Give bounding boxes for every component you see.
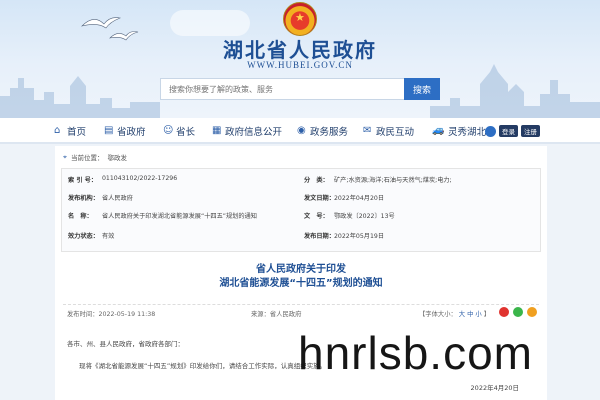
qzone-share-icon[interactable] [527,307,537,317]
nav-item-lingxiu-hubei[interactable]: 🚙 灵秀湖北 [432,124,487,139]
login-link[interactable]: 登录 [499,125,518,137]
location-pin-icon: ⌖ [63,152,67,161]
document-title-line2: 湖北省能源发展“十四五”规划的通知 [219,278,383,289]
sign-date: 2022年4月20日 [470,384,519,392]
meta-name-label: 名 称： [68,213,93,220]
body-paragraph: 现将《湖北省能源发展“十四五”规划》印发给你们，请结合工作实际，认真组织实施。 [79,362,327,370]
nav-label: 省政府 [117,127,146,138]
document-meta-table: 索 引 号： 011043102/2022-17296 分 类： 矿产;水资源;… [61,168,541,252]
nav-label: 政府信息公开 [225,127,283,138]
meta-date-value: 2022年04月20日 [334,195,385,202]
user-avatar-icon [485,125,496,137]
header-banner: ★ 湖北省人民政府 WWW.HUBEI.GOV.CN 搜索 [0,0,600,118]
weibo-share-icon[interactable] [499,307,509,317]
nav-item-home[interactable]: ⌂ 首页 [54,124,87,139]
meta-index-value: 011043102/2022-17296 [102,175,178,182]
login-area: 登录 注册 [485,125,540,137]
document-source: 来源：省人民政府 [251,311,302,318]
home-icon: ⌂ [54,125,61,136]
cloud-decoration [170,10,250,36]
nav-item-province-gov[interactable]: ▤ 省政府 [104,124,146,139]
national-emblem-icon: ★ [283,2,317,36]
site-url: WWW.HUBEI.GOV.CN [247,60,353,70]
font-size-medium[interactable]: 中 [467,311,473,318]
nav-item-interaction[interactable]: ✉ 政民互动 [363,124,415,139]
font-size-control: 【字体大小： 大 中 小 】 [419,309,490,318]
building-icon: ▤ [104,125,114,136]
meta-pubdate-value: 2022年05月19日 [334,233,385,240]
meta-date-label: 发文日期： [304,195,335,202]
search-button[interactable]: 搜索 [404,78,440,100]
document-info-bar: 发布时间：2022-05-19 11:38 来源：省人民政府 【字体大小： 大 … [63,304,539,318]
nav-label: 省长 [176,127,196,138]
font-size-label: 【字体大小： [419,311,457,318]
nav-item-governor[interactable]: ☺ 省长 [163,124,196,139]
publish-time: 发布时间：2022-05-19 11:38 [67,311,156,318]
meta-status-label: 效力状态： [68,233,99,240]
breadcrumb: ⌖ 当前位置： 鄂政发 [63,152,127,163]
document-icon: ▦ [212,125,222,136]
main-nav: ⌂ 首页 ▤ 省政府 ☺ 省长 ▦ 政府信息公开 ◉ 政务服务 ✉ 政民互动 🚙… [0,118,600,144]
breadcrumb-prefix: 当前位置： [70,154,104,162]
service-icon: ◉ [297,125,306,136]
document-title-line1: 省人民政府关于印发 [256,264,346,275]
meta-issuer-value: 省人民政府 [102,195,133,202]
meta-docno-value: 鄂政发〔2022〕13号 [334,213,395,220]
meta-index-label: 索 引 号： [68,177,98,184]
meta-docno-label: 文 号： [304,213,329,220]
register-link[interactable]: 注册 [521,125,540,137]
nav-label: 首页 [67,127,87,138]
car-icon: 🚙 [432,125,445,136]
search-bar: 搜索 [160,78,440,100]
meta-name-value: 省人民政府关于印发湖北省能源发展“十四五”规划的通知 [102,213,257,220]
font-size-large[interactable]: 大 [459,311,465,318]
search-input[interactable] [160,78,404,100]
nav-item-info-disclosure[interactable]: ▦ 政府信息公开 [212,124,283,139]
nav-label: 政务服务 [310,127,349,138]
chat-icon: ✉ [363,125,372,136]
person-icon: ☺ [163,125,174,136]
breadcrumb-current[interactable]: 鄂政发 [107,152,127,162]
meta-category-label: 分 类： [304,177,329,184]
font-size-close: 】 [483,311,491,318]
watermark-text: hnrlsb.com [298,327,533,379]
nav-item-gov-service[interactable]: ◉ 政务服务 [297,124,349,139]
nav-label: 政民互动 [376,127,415,138]
font-size-small[interactable]: 小 [475,311,481,318]
nav-label: 灵秀湖北 [448,127,487,138]
meta-status-value: 有效 [102,233,115,240]
meta-issuer-label: 发布机构： [68,195,99,202]
meta-category-value: 矿产;水资源;海洋;石油与天然气;煤炭;电力; [334,177,452,184]
wechat-share-icon[interactable] [513,307,523,317]
site-title[interactable]: 湖北省人民政府 [0,34,600,63]
meta-pubdate-label: 发布日期： [304,233,335,240]
salutation: 各市、州、县人民政府，省政府各部门： [67,340,184,348]
